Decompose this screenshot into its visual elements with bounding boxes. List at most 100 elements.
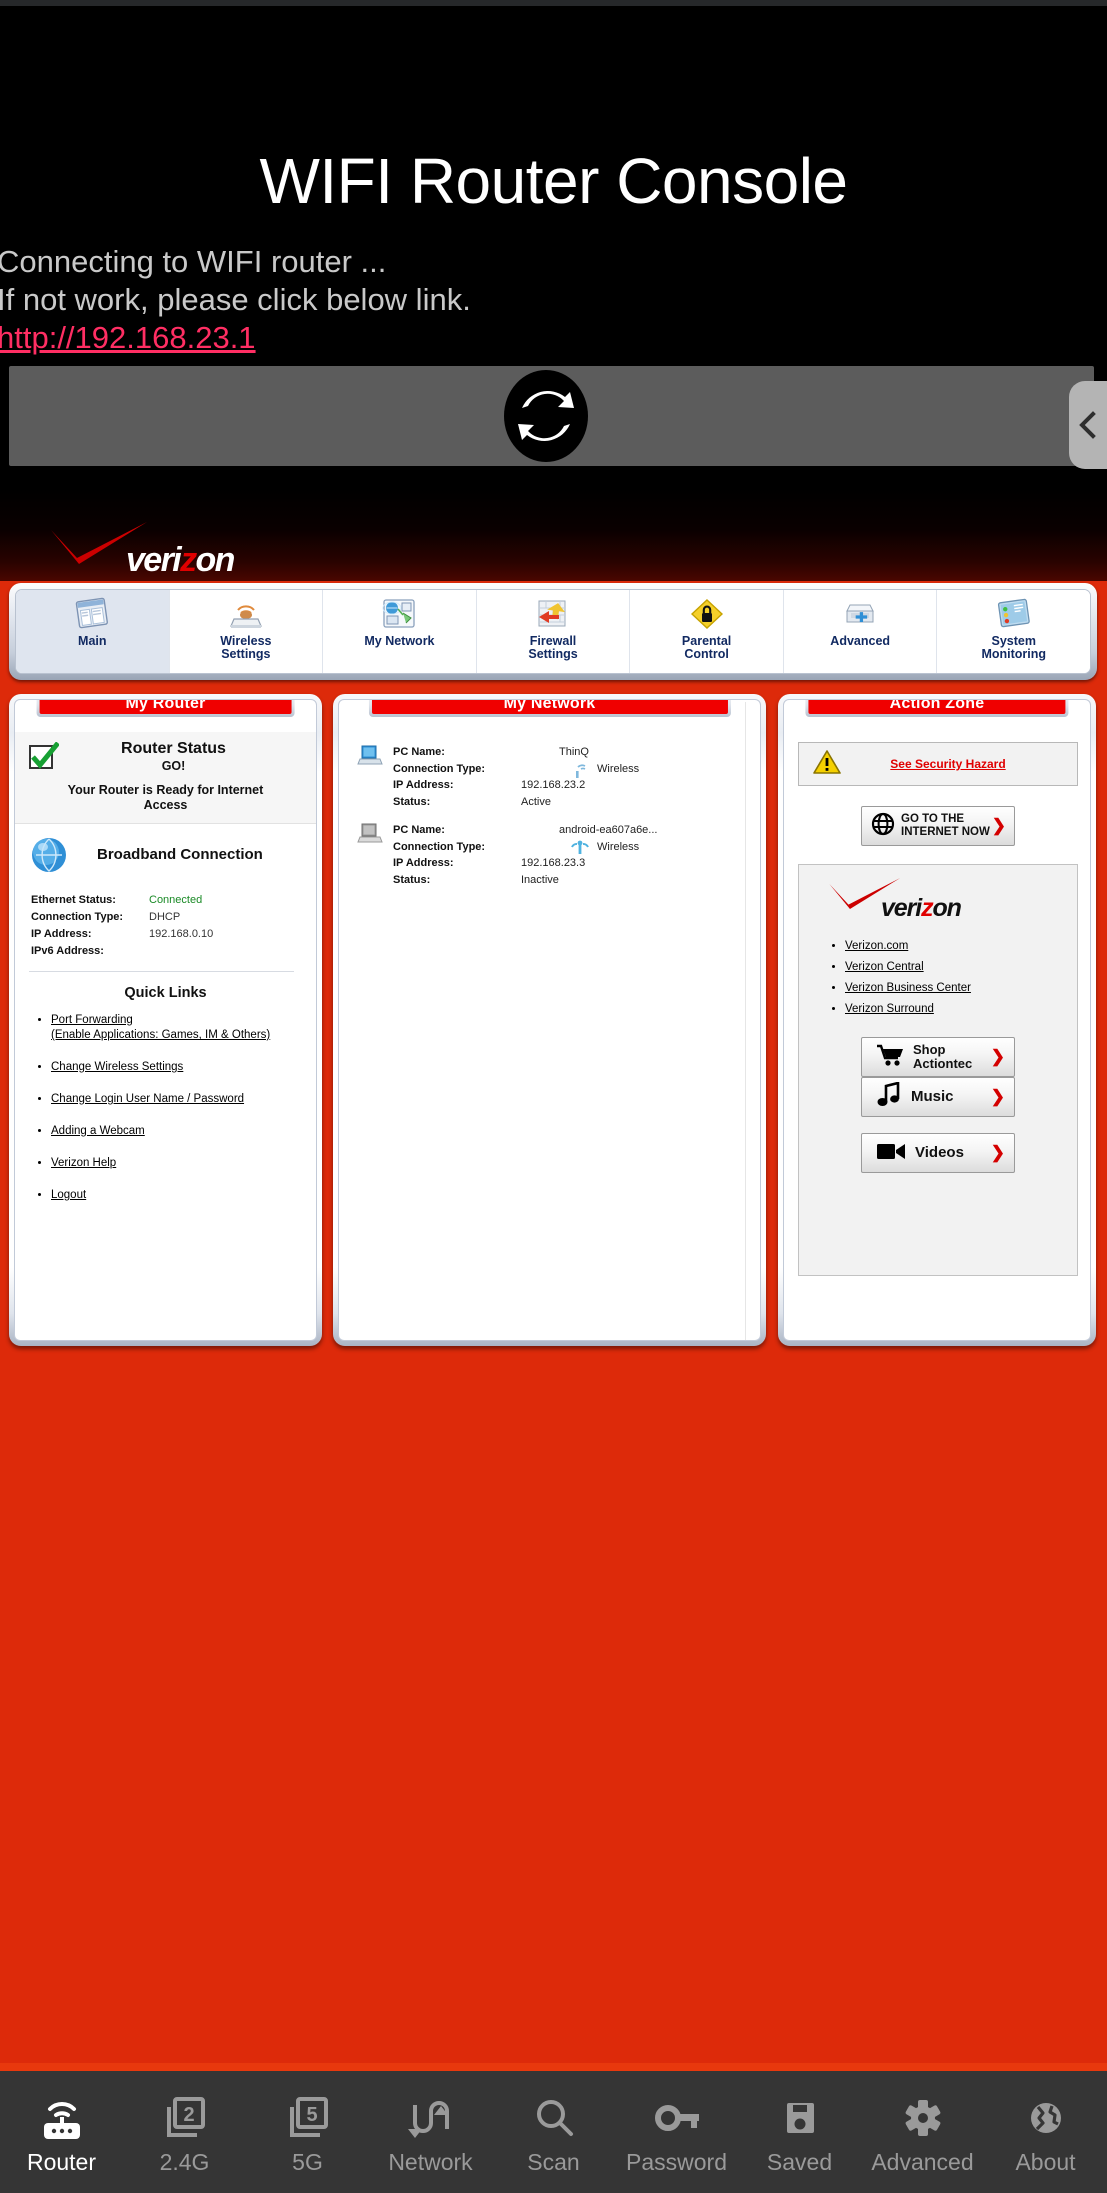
quick-link-item[interactable]: Port Forwarding(Enable Applications: Gam… <box>51 1013 316 1043</box>
bottom-nav-about[interactable]: About <box>984 2071 1107 2193</box>
quick-link-port-forwarding[interactable]: Port Forwarding (Enable Applications: Gam… <box>51 1014 270 1041</box>
quick-link-anchor[interactable]: Change Wireless Settings <box>51 1061 183 1073</box>
nav-tab-system[interactable]: System Monitoring <box>937 590 1090 673</box>
device-pc-name-key: PC Name: <box>393 746 445 758</box>
search-icon <box>527 2093 581 2143</box>
device-ip-key: IP Address: <box>393 779 454 791</box>
page-title: WIFI Router Console <box>259 145 848 217</box>
action-button-videos[interactable]: Videos ❯ <box>861 1133 1015 1173</box>
chevron-right-icon: ❯ <box>990 1087 1005 1106</box>
panel-title-my-router: My Router <box>36 700 295 717</box>
verizon-link-anchor[interactable]: Verizon Surround <box>845 1003 934 1015</box>
main-window-icon <box>74 595 110 633</box>
quick-link-item[interactable]: Logout <box>51 1188 316 1203</box>
key-icon <box>650 2093 704 2143</box>
device-connection-key: Connection Type: <box>393 762 486 775</box>
save-disk-icon <box>773 2093 827 2143</box>
quick-link-anchor[interactable]: Logout <box>51 1189 86 1201</box>
verizon-link-item[interactable]: Verizon Surround <box>845 1000 971 1019</box>
field-value: DHCP <box>149 911 181 923</box>
divider <box>29 971 294 972</box>
nav-tab-wireless[interactable]: Wireless Settings <box>169 590 324 673</box>
see-security-hazard-link[interactable]: See Security Hazard <box>841 757 1055 771</box>
field-key: Connection Type: <box>31 911 124 923</box>
router-status-ready: Your Router is Ready for Internet Access <box>67 783 264 812</box>
verizon-logo-small: verizon <box>823 877 973 922</box>
verizon-link-item[interactable]: Verizon Central <box>845 958 971 977</box>
advanced-box-icon <box>842 595 878 633</box>
bottom-nav-password[interactable]: Password <box>615 2071 738 2193</box>
refresh-icon[interactable] <box>498 368 594 464</box>
panel-my-network: My Network PC Name: ThinQ Connection Type:… <box>333 694 766 1346</box>
network-device-entry: PC Name: ThinQ Connection Type: Wireless IP … <box>339 738 760 816</box>
action-button-music[interactable]: Music ❯ <box>861 1077 1015 1117</box>
device-pc-name-value: android-ea607a6e... <box>559 824 658 836</box>
nav-tab-label: Main <box>78 634 107 648</box>
bottom-nav-label: Network <box>388 2148 473 2175</box>
cart-icon <box>876 1043 904 1072</box>
device-ip-key: IP Address: <box>393 857 454 869</box>
quick-links-heading: Quick Links <box>124 985 207 1001</box>
router-url-link[interactable]: http://192.168.23.1 <box>0 319 256 357</box>
device-connection-row: Connection Type: Wireless <box>393 761 760 778</box>
broadband-heading: Broadband Connection <box>97 846 263 863</box>
drawer-toggle-tab[interactable] <box>1069 381 1107 469</box>
nav-tab-parental[interactable]: Parental Control <box>630 590 784 673</box>
firewall-icon <box>535 595 571 633</box>
quick-link-anchor[interactable]: Adding a Webcam <box>51 1125 145 1137</box>
bottom-nav-saved[interactable]: Saved <box>738 2071 861 2193</box>
dashboard-panels: My Router Router Status GO! Your Router … <box>0 694 1107 1346</box>
verizon-link-anchor[interactable]: Verizon.com <box>845 940 908 952</box>
quick-link-item[interactable]: Change Wireless Settings <box>51 1060 316 1075</box>
nav-tab-label: Wireless Settings <box>220 634 272 661</box>
action-button-line1: Music <box>911 1088 954 1105</box>
nav-tab-firewall[interactable]: Firewall Settings <box>476 590 631 673</box>
go-internet-line2: INTERNET NOW <box>901 826 990 838</box>
quick-link-item[interactable]: Verizon Help <box>51 1156 316 1171</box>
device-pc-name-row: PC Name: android-ea607a6e... <box>393 822 760 839</box>
bottom-nav-5g[interactable]: 5 5G <box>246 2071 369 2193</box>
bottom-nav-network[interactable]: Network <box>369 2071 492 2193</box>
field-key: IP Address: <box>31 928 92 940</box>
bottom-nav-2-4g[interactable]: 2 2.4G <box>123 2071 246 2193</box>
device-connection-row: Connection Type: Wireless <box>393 839 760 856</box>
quick-link-item[interactable]: Change Login User Name / Password <box>51 1092 316 1107</box>
action-button-line1: Videos <box>915 1144 964 1161</box>
quick-link-anchor[interactable]: Verizon Help <box>51 1157 116 1169</box>
bottom-nav-label: 2.4G <box>159 2148 210 2175</box>
nav-tab-advanced[interactable]: Advanced <box>783 590 938 673</box>
bottom-nav-scan[interactable]: Scan <box>492 2071 615 2193</box>
my-network-icon <box>381 595 417 633</box>
verizon-link-item[interactable]: Verizon.com <box>845 937 971 956</box>
verizon-link-anchor[interactable]: Verizon Central <box>845 961 924 973</box>
device-connection-value: Wireless <box>597 762 640 775</box>
bottom-nav-router[interactable]: Router <box>0 2071 123 2193</box>
quick-link-item[interactable]: Adding a Webcam <box>51 1124 316 1139</box>
device-pc-name-key: PC Name: <box>393 824 445 836</box>
fallback-instruction-text: If not work, please click below link. <box>0 282 471 317</box>
field-key: IPv6 Address: <box>31 945 104 957</box>
go-internet-line1: GO TO THE <box>901 813 965 825</box>
verizon-link-anchor[interactable]: Verizon Business Center <box>845 982 971 994</box>
nav-tab-main[interactable]: Main <box>16 590 170 673</box>
go-to-internet-button[interactable]: GO TO THE INTERNET NOW ❯ <box>861 806 1015 846</box>
network-device-entry: PC Name: android-ea607a6e... Connection Ty… <box>339 816 760 894</box>
bottom-nav-advanced[interactable]: Advanced <box>861 2071 984 2193</box>
bottom-nav-label: Saved <box>766 2148 833 2175</box>
verizon-promo-panel: verizon Verizon.com Verizon Central Verizo… <box>798 864 1078 1276</box>
verizon-link-item[interactable]: Verizon Business Center <box>845 979 971 998</box>
band-5-icon: 5 <box>281 2093 335 2143</box>
device-status-key: Status: <box>393 795 431 808</box>
panel-my-router: My Router Router Status GO! Your Router … <box>9 694 322 1346</box>
wireless-signal-icon <box>569 840 591 864</box>
nav-tab-label: Parental Control <box>681 634 732 661</box>
broadband-field-row: Connection Type: DHCP <box>31 909 296 926</box>
wireless-router-icon <box>228 595 264 633</box>
nav-tab-label: Firewall Settings <box>528 634 578 661</box>
action-button-shop[interactable]: Shop Actiontec ❯ <box>861 1037 1015 1077</box>
quick-link-anchor[interactable]: Change Login User Name / Password <box>51 1093 244 1105</box>
nav-tab-my-network[interactable]: My Network <box>323 590 477 673</box>
quick-links-block: Quick Links Port Forwarding(Enable Appli… <box>15 985 316 1220</box>
verizon-logo: verizon <box>48 522 258 579</box>
globe-outline-icon <box>871 812 895 841</box>
